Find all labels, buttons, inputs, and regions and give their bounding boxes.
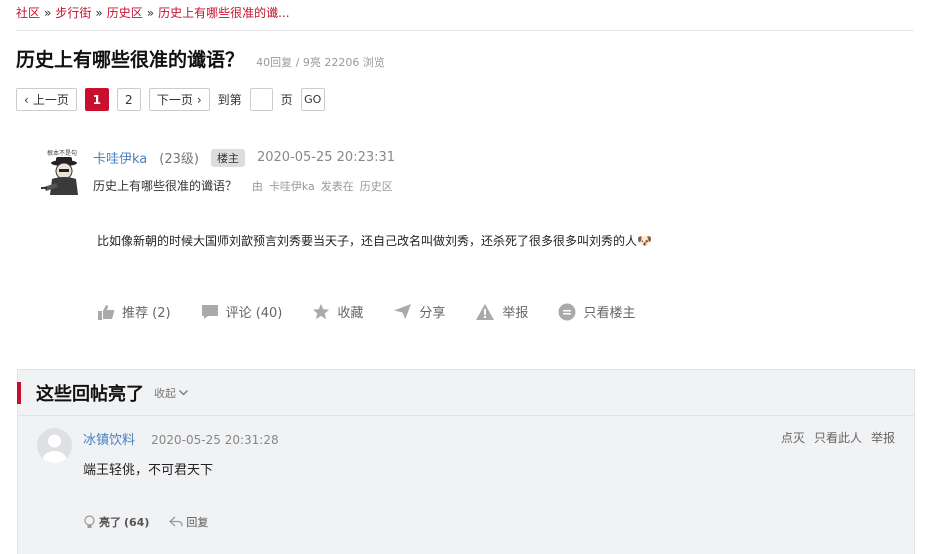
prev-page-label: 上一页 [32, 93, 69, 107]
reply-avatar[interactable] [37, 428, 72, 463]
meta-author[interactable]: 卡哇伊ka [269, 180, 315, 193]
page-button-1[interactable]: 1 [84, 88, 109, 111]
favorite-button[interactable]: 收藏 [312, 302, 363, 321]
page-title: 历史上有哪些很准的谶语？ [16, 49, 245, 71]
lightbulb-icon [84, 515, 95, 528]
comment-button[interactable]: 评论 (40) [201, 302, 283, 321]
thread-stats: 40回复 / 9亮 22206 浏览 [256, 56, 385, 69]
hot-replies-section: 这些回帖亮了 收起 冰镇饮料 2020-05-25 20:31:28 点灭 只看… [17, 369, 915, 554]
breadcrumb-separator: » [95, 6, 103, 20]
meta-by: 由 [251, 180, 263, 193]
post-time: 2020-05-25 20:23:31 [256, 150, 396, 165]
default-avatar-icon [42, 434, 67, 463]
report-button[interactable]: 举报 [475, 302, 528, 321]
favorite-label: 收藏 [337, 306, 364, 321]
reply-username[interactable]: 冰镇饮料 [83, 433, 135, 448]
post-author-row: 卡哇伊ka (23级) 楼主 2020-05-25 20:23:31 [93, 148, 395, 167]
breadcrumb: 社区» 步行街» 历史区» 历史上有哪些很准的谶... [16, 4, 290, 21]
reply-ops: 点灭 只看此人 举报 [781, 429, 895, 446]
only-this-user-button[interactable]: 只看此人 [814, 429, 862, 446]
op-circle-icon [558, 303, 576, 320]
reply-report-button[interactable]: 举报 [871, 429, 895, 446]
breadcrumb-community[interactable]: 社区 [16, 6, 40, 20]
hot-replies-title: 这些回帖亮了 [36, 383, 144, 405]
share-button[interactable]: 分享 [393, 302, 445, 321]
divider [16, 30, 914, 31]
reply-user-row: 冰镇饮料 2020-05-25 20:31:28 [83, 429, 279, 448]
reply-footer: 亮了 (64) 回复 [83, 514, 208, 530]
breadcrumb-separator: » [146, 6, 155, 20]
chevron-left-icon: ‹ [24, 92, 29, 107]
light-count: (64) [124, 515, 150, 529]
meta-posted-in: 发表在 [320, 180, 354, 193]
page-button-2[interactable]: 2 [116, 88, 141, 111]
warning-icon [476, 303, 495, 320]
go-button[interactable]: GO [300, 88, 325, 111]
post-meta: 由卡哇伊ka 发表在 历史区 [249, 180, 396, 193]
recommend-button[interactable]: 推荐 (2) [97, 302, 171, 321]
light-label: 亮了 [99, 516, 121, 529]
recommend-label: 推荐 (2) [122, 306, 171, 321]
pagination: ‹ 上一页 1 2 下一页 › 到第 页 GO [16, 88, 325, 111]
reply-time: 2020-05-25 20:31:28 [151, 433, 279, 447]
collapse-label: 收起 [154, 386, 176, 400]
next-page-button[interactable]: 下一页 › [148, 88, 210, 111]
dim-button[interactable]: 点灭 [781, 429, 805, 446]
only-op-label: 只看楼主 [583, 306, 636, 321]
chevron-down-icon [179, 389, 188, 395]
reply-button[interactable]: 回复 [169, 514, 208, 530]
op-badge: 楼主 [210, 148, 245, 167]
reply-label: 回复 [186, 516, 209, 529]
author-name[interactable]: 卡哇伊ka [93, 148, 147, 167]
goto-page-input[interactable] [249, 88, 273, 111]
post-body: 比如像新朝的时候大国师刘歆预言刘秀要当天子，还自己改名叫做刘秀，还杀死了很多很多… [97, 234, 652, 248]
thumbs-up-icon [98, 304, 115, 320]
comment-icon [201, 304, 218, 319]
share-label: 分享 [419, 306, 446, 321]
thread-header: 历史上有哪些很准的谶语？ 40回复 / 9亮 22206 浏览 [16, 45, 385, 72]
breadcrumb-current-thread[interactable]: 历史上有哪些很准的谶... [158, 6, 289, 20]
hot-replies-header: 这些回帖亮了 收起 [17, 370, 914, 416]
meta-board[interactable]: 历史区 [360, 180, 393, 193]
post-subject-row: 历史上有哪些很准的谶语？ 由卡哇伊ka 发表在 历史区 [93, 177, 396, 194]
prev-page-button[interactable]: ‹ 上一页 [16, 88, 77, 111]
collapse-button[interactable]: 收起 [154, 385, 188, 401]
light-button[interactable]: 亮了 (64) [83, 514, 149, 530]
accent-bar [17, 382, 21, 404]
reply-item: 冰镇饮料 2020-05-25 20:31:28 点灭 只看此人 举报 端王轻佻… [18, 416, 914, 554]
breadcrumb-history[interactable]: 历史区 [107, 6, 143, 20]
avatar-cartoon-icon [41, 157, 78, 195]
next-page-label: 下一页 [156, 93, 193, 107]
avatar-caption: 根本不是勾 [46, 150, 77, 157]
chevron-right-icon: › [196, 92, 202, 107]
only-op-button[interactable]: 只看楼主 [558, 302, 635, 321]
comment-label: 评论 (40) [225, 306, 283, 321]
goto-suffix-label: 页 [280, 93, 293, 107]
report-label: 举报 [502, 306, 529, 321]
goto-prefix-label: 到第 [217, 93, 242, 107]
reply-text: 端王轻佻，不可君天下 [83, 463, 214, 478]
reply-arrow-icon [169, 516, 184, 527]
post-actions: 推荐 (2) 评论 (40) 收藏 分享 举报 只看楼主 [97, 302, 665, 321]
breadcrumb-separator: » [44, 6, 52, 20]
author-level: (23级) [159, 152, 199, 167]
avatar[interactable]: 根本不是勾 [38, 148, 86, 196]
star-icon [313, 303, 330, 320]
post-subject: 历史上有哪些很准的谶语？ [93, 179, 238, 193]
share-plane-icon [394, 303, 412, 320]
breadcrumb-pedestrian-street[interactable]: 步行街 [55, 6, 91, 20]
